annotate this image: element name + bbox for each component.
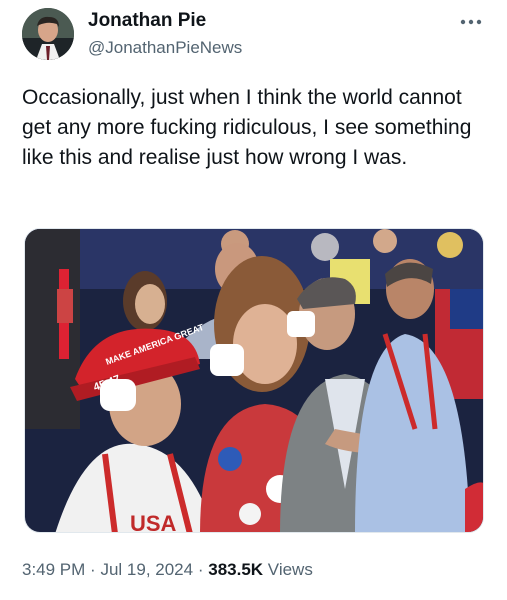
views-count: 383.5K [208, 560, 264, 579]
author-name[interactable]: Jonathan Pie [88, 10, 206, 32]
views-label: Views [267, 560, 313, 579]
tweet-time[interactable]: 3:49 PM [22, 560, 85, 579]
tweet-text: Occasionally, just when I think the worl… [22, 86, 472, 169]
author-avatar[interactable] [22, 8, 74, 60]
author-handle[interactable]: @JonathanPieNews [88, 38, 242, 58]
more-options-icon[interactable] [458, 12, 484, 32]
meta-separator: · [90, 560, 96, 579]
meta-separator: · [197, 560, 204, 579]
tweet-meta: 3:49 PM · Jul 19, 2024 · 383.5K Views [22, 560, 313, 580]
tweet-photo[interactable]: MAKE AMERICA GREAT 45.47 USA [24, 228, 484, 533]
tweet-date[interactable]: Jul 19, 2024 [100, 560, 193, 579]
tweet-card: Jonathan Pie @JonathanPieNews Occasional… [0, 0, 507, 600]
shirt-text: USA [130, 511, 177, 533]
